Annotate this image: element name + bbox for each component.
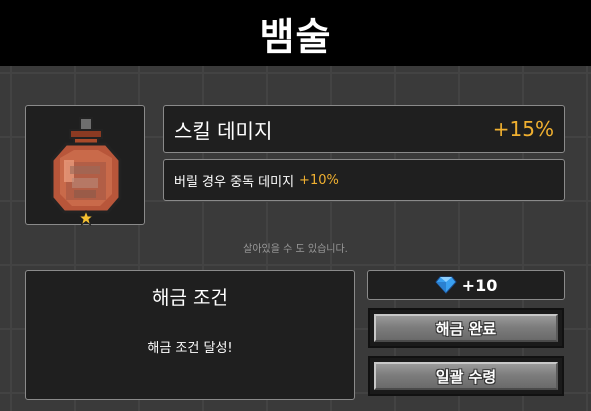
flavor-text: 살아있을 수 도 있습니다. xyxy=(243,244,348,255)
skill-sub-value: +10% xyxy=(299,172,339,188)
star-icon xyxy=(78,210,94,226)
unlock-status: 해금 조건 달성! xyxy=(147,341,233,356)
skill-stat-panel: 스킬 데미지 +15% xyxy=(163,105,565,153)
skill-value: +15% xyxy=(492,117,554,141)
reward-amount: +10 xyxy=(461,275,498,295)
collect-all-button[interactable]: 일괄 수령 xyxy=(368,356,564,396)
page-title: 뱀술 xyxy=(259,14,332,59)
item-icon-frame xyxy=(25,105,145,226)
skill-name: 스킬 데미지 xyxy=(174,118,273,143)
unlock-complete-label: 해금 완료 xyxy=(374,314,558,342)
unlock-condition-panel: 해금 조건 해금 조건 달성! xyxy=(25,270,355,400)
title-bar: 뱀술 xyxy=(0,0,591,66)
collect-all-label: 일괄 수령 xyxy=(374,362,558,390)
unlock-complete-button[interactable]: 해금 완료 xyxy=(368,308,564,348)
skill-sub-panel: 버릴 경우 중독 데미지 +10% xyxy=(163,159,565,201)
skill-sub-label: 버릴 경우 중독 데미지 xyxy=(174,174,295,190)
diamond-icon xyxy=(434,276,457,294)
reward-panel: +10 xyxy=(367,270,565,300)
unlock-title: 해금 조건 xyxy=(152,287,228,309)
snake-wine-bottle-icon xyxy=(50,117,122,214)
